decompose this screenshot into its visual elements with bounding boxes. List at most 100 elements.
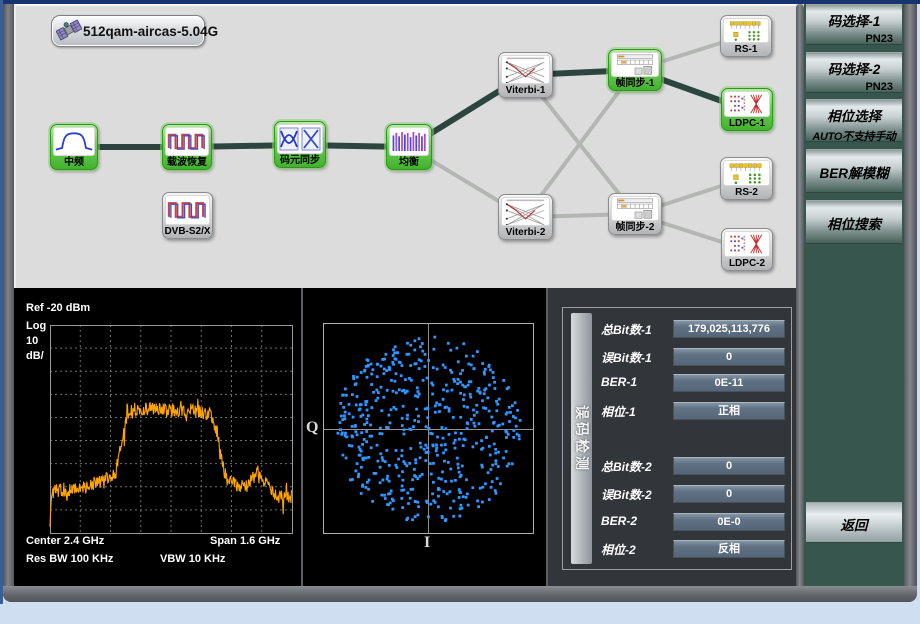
window-frame-bottom bbox=[3, 586, 917, 602]
signal-source-button[interactable]: 512qam-aircas-5.04G bbox=[51, 15, 205, 47]
eye-diagram-icon bbox=[277, 124, 323, 154]
equalizer-bars-icon bbox=[389, 127, 429, 156]
node-label: Viterbi-1 bbox=[506, 84, 546, 97]
ber-row-label: 总Bit数-1 bbox=[601, 321, 652, 338]
ber-row-label: 相位-2 bbox=[601, 541, 636, 558]
ber-row-value: 反相 bbox=[673, 540, 785, 558]
ber-row-total-bits-1: 总Bit数-1 179,025,113,776 bbox=[601, 320, 785, 338]
ber-row-value: 正相 bbox=[673, 402, 785, 420]
ber-row-ber-2: BER-2 0E-0 bbox=[601, 513, 785, 531]
node-equalizer[interactable]: 均衡 bbox=[386, 124, 432, 170]
button-sub-label: AUTO不支持手动 bbox=[806, 125, 902, 144]
button-label: BER解模糊 bbox=[806, 150, 902, 182]
node-rs-1[interactable]: RS-1 bbox=[720, 15, 772, 57]
diagram-panel: 512qam-aircas-5.04G 中频 载波恢复 码元同步 bbox=[14, 4, 796, 288]
ber-row-label: BER-2 bbox=[601, 514, 637, 528]
node-ldpc-2[interactable]: LDPC-2 bbox=[721, 228, 773, 271]
sidebar-button-code-select-2[interactable]: 码选择-2 PN23 bbox=[806, 52, 902, 93]
ldpc-decoder-icon bbox=[724, 91, 770, 117]
window-frame-right bbox=[904, 4, 917, 600]
button-label: 返回 bbox=[806, 503, 902, 534]
window-frame-left bbox=[3, 4, 14, 600]
vbw-label: VBW 10 KHz bbox=[160, 553, 225, 565]
button-label: 相位搜索 bbox=[806, 201, 902, 233]
ber-row-value: 0 bbox=[673, 485, 785, 503]
button-sub-label: PN23 bbox=[806, 30, 902, 45]
constellation-panel: Q I bbox=[303, 288, 546, 586]
ber-row-error-bits-2: 误Bit数-2 0 bbox=[601, 485, 785, 503]
signal-source-label: 512qam-aircas-5.04G bbox=[83, 24, 218, 39]
sidebar: 码选择-1 PN23 码选择-2 PN23 相位选择 AUTO不支持手动 BER… bbox=[804, 4, 904, 586]
button-label: 码选择-2 bbox=[806, 53, 902, 78]
sidebar-button-code-select-1[interactable]: 码选择-1 PN23 bbox=[806, 4, 902, 45]
square-wave-icon bbox=[165, 127, 209, 156]
node-viterbi-2[interactable]: Viterbi-2 bbox=[498, 194, 553, 240]
square-wave-icon bbox=[165, 195, 210, 225]
spectrum-panel: Ref -20 dBm Log 10 dB/ Center 2.4 GHz Sp… bbox=[14, 288, 301, 586]
node-rs-2[interactable]: RS-2 bbox=[720, 157, 773, 200]
satellite-icon bbox=[56, 18, 82, 45]
ber-row-label: 相位-1 bbox=[601, 403, 636, 420]
ber-row-label: 误Bit数-1 bbox=[601, 349, 652, 366]
node-frame-sync-1[interactable]: 帧同步-1 bbox=[608, 49, 662, 91]
node-label: 载波恢复 bbox=[167, 156, 207, 169]
sidebar-button-back[interactable]: 返回 bbox=[806, 502, 902, 543]
ber-row-total-bits-2: 总Bit数-2 0 bbox=[601, 457, 785, 475]
ldpc-decoder-icon bbox=[724, 231, 770, 257]
i-axis-label: I bbox=[424, 534, 430, 552]
node-label: LDPC-1 bbox=[729, 117, 765, 130]
trellis-icon bbox=[501, 197, 550, 226]
node-symbol-sync[interactable]: 码元同步 bbox=[274, 121, 326, 168]
node-label: LDPC-2 bbox=[729, 257, 765, 270]
button-label: 码选择-1 bbox=[806, 5, 902, 30]
span-label: Span 1.6 GHz bbox=[210, 535, 280, 547]
ber-row-label: BER-1 bbox=[601, 375, 637, 389]
ber-title: 误码检测 bbox=[572, 405, 592, 473]
node-label: 中频 bbox=[64, 156, 84, 169]
node-label: 码元同步 bbox=[280, 154, 320, 167]
node-carrier-recovery[interactable]: 载波恢复 bbox=[162, 124, 212, 170]
ber-row-value: 0E-11 bbox=[673, 374, 785, 392]
ber-row-value: 179,025,113,776 bbox=[673, 320, 785, 338]
node-dvb-s2x[interactable]: DVB-S2/X bbox=[162, 192, 213, 239]
ref-level-label: Ref -20 dBm bbox=[26, 302, 90, 314]
node-ldpc-1[interactable]: LDPC-1 bbox=[721, 88, 773, 131]
sidebar-button-phase-search[interactable]: 相位搜索 bbox=[806, 200, 902, 244]
frame-sync-icon bbox=[611, 196, 659, 221]
node-label: RS-1 bbox=[735, 43, 758, 56]
ber-row-value: 0E-0 bbox=[673, 513, 785, 531]
button-label: 相位选择 bbox=[806, 100, 902, 125]
center-freq-label: Center 2.4 GHz bbox=[26, 535, 104, 547]
node-label: 均衡 bbox=[399, 156, 419, 169]
sidebar-button-phase-select[interactable]: 相位选择 AUTO不支持手动 bbox=[806, 99, 902, 142]
node-viterbi-1[interactable]: Viterbi-1 bbox=[498, 52, 553, 98]
ber-row-error-bits-1: 误Bit数-1 0 bbox=[601, 348, 785, 366]
ber-box: 误码检测 总Bit数-1 179,025,113,776 误Bit数-1 0 B… bbox=[562, 307, 792, 570]
app-window: 512qam-aircas-5.04G 中频 载波恢复 码元同步 bbox=[0, 0, 920, 624]
ber-row-phase-1: 相位-1 正相 bbox=[601, 402, 785, 420]
ber-row-label: 总Bit数-2 bbox=[601, 458, 652, 475]
ber-row-value: 0 bbox=[673, 348, 785, 366]
scale-label: 10 bbox=[26, 335, 38, 347]
q-axis-label: Q bbox=[306, 419, 318, 437]
node-label: DVB-S2/X bbox=[164, 225, 210, 238]
sidebar-frame-divider bbox=[796, 4, 804, 586]
node-if[interactable]: 中频 bbox=[50, 124, 98, 170]
ber-row-phase-2: 相位-2 反相 bbox=[601, 540, 785, 558]
button-sub-label: PN23 bbox=[806, 78, 902, 93]
ber-panel: 误码检测 总Bit数-1 179,025,113,776 误Bit数-1 0 B… bbox=[548, 288, 796, 586]
ber-row-value: 0 bbox=[673, 457, 785, 475]
node-label: 帧同步-1 bbox=[616, 77, 655, 90]
node-frame-sync-2[interactable]: 帧同步-2 bbox=[608, 193, 662, 235]
ber-title-bar: 误码检测 bbox=[571, 313, 592, 564]
if-spectrum-icon bbox=[53, 127, 95, 156]
ber-row-label: 误Bit数-2 bbox=[601, 486, 652, 503]
node-label: RS-2 bbox=[735, 186, 758, 199]
sidebar-button-ber-deambiguity[interactable]: BER解模糊 bbox=[806, 149, 902, 193]
node-label: Viterbi-2 bbox=[506, 226, 546, 239]
ber-row-ber-1: BER-1 0E-11 bbox=[601, 374, 785, 392]
log-label: Log bbox=[26, 320, 46, 332]
spectrum-grid bbox=[50, 325, 292, 533]
trellis-icon bbox=[501, 55, 550, 84]
frame-sync-icon bbox=[611, 52, 659, 77]
